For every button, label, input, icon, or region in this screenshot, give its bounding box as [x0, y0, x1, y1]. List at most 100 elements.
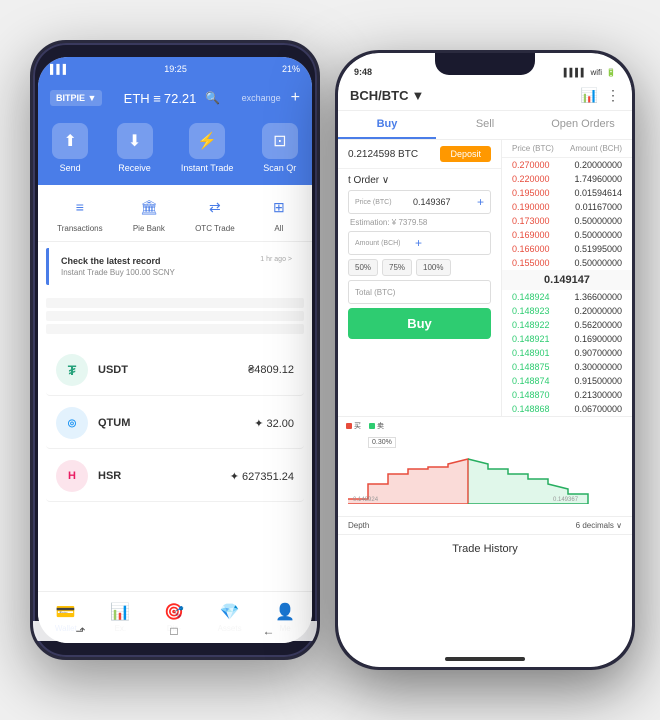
- buy-order-row: 0.148924 1.36600000: [502, 290, 632, 304]
- price-value[interactable]: 0.149367: [409, 197, 471, 207]
- order-type[interactable]: t Order ∨: [348, 175, 491, 186]
- recent-apps-icon[interactable]: ⬏: [75, 624, 85, 638]
- buy-orders: 0.148924 1.36600000 0.148923 0.20000000 …: [502, 290, 632, 416]
- qtum-name: QTUM: [98, 417, 254, 429]
- iphone-notch: [435, 53, 535, 75]
- sell-amount-5: 0.50000000: [574, 216, 622, 226]
- percent-50[interactable]: 50%: [348, 259, 378, 276]
- quick-actions: ⬆ Send ⬇ Receive ⚡ Instant Trade ⊡ Scan …: [38, 115, 312, 185]
- spacer-row-3: [46, 324, 304, 334]
- notif-time: 1 hr ago >: [260, 256, 292, 263]
- lightning-icon: ⚡: [189, 123, 225, 159]
- trade-pair[interactable]: BCH/BTC ▼: [350, 88, 424, 103]
- wallet-item-qtum[interactable]: ◎ QTUM ✦ 32.00: [46, 398, 304, 449]
- tab-buy[interactable]: Buy: [338, 111, 436, 139]
- scan-qr-action[interactable]: ⊡ Scan Qr: [262, 123, 298, 173]
- android-header: BITPIE ▼ ETH ≡ 72.21 🔍 exchange +: [38, 81, 312, 115]
- sell-order-row: 0.173000 0.50000000: [502, 214, 632, 228]
- back-icon[interactable]: ←: [263, 624, 275, 638]
- main-content: 0.2124598 BTC Deposit t Order ∨ Price (B…: [338, 140, 632, 416]
- send-action[interactable]: ⬆ Send: [52, 123, 88, 173]
- deposit-amount: 0.2124598 BTC: [348, 149, 418, 160]
- deposit-button[interactable]: Deposit: [440, 146, 491, 162]
- buy-amount-1: 1.36600000: [574, 292, 622, 302]
- pie-bank-nav[interactable]: 🏛 Pie Bank: [133, 193, 165, 233]
- amount-row: Amount (BCH) +: [348, 231, 491, 255]
- sell-order-row: 0.169000 0.50000000: [502, 228, 632, 242]
- all-nav[interactable]: ⊞ All: [265, 193, 293, 233]
- buy-order-row: 0.148870 0.21300000: [502, 388, 632, 402]
- notification-bar[interactable]: Check the latest record Instant Trade Bu…: [46, 248, 304, 285]
- order-form-area: 0.2124598 BTC Deposit t Order ∨ Price (B…: [338, 140, 502, 416]
- sell-amount-7: 0.51995000: [574, 244, 622, 254]
- percent-100[interactable]: 100%: [416, 259, 450, 276]
- android-status-bar: ▌▌▌ 19:25 21%: [38, 57, 312, 81]
- amount-plus[interactable]: +: [409, 236, 428, 250]
- order-book-header: Price (BTC) Amount (BCH): [502, 140, 632, 158]
- more-icon[interactable]: ⋮: [606, 87, 620, 104]
- trade-history-button[interactable]: Trade History: [338, 534, 632, 563]
- decimals-label[interactable]: 6 decimals ∨: [576, 521, 622, 530]
- sell-price-5: 0.173000: [512, 216, 572, 226]
- transactions-nav[interactable]: ≡ Transactions: [57, 193, 103, 233]
- buy-amount-4: 0.16900000: [574, 334, 622, 344]
- pair-chevron: ▼: [412, 88, 425, 103]
- wallet-item-usdt[interactable]: ₮ USDT ₴4809.12: [46, 345, 304, 396]
- bitpie-logo[interactable]: BITPIE ▼: [50, 90, 102, 106]
- sell-amount-1: 0.20000000: [574, 160, 622, 170]
- sell-price-6: 0.169000: [512, 230, 572, 240]
- sell-price-7: 0.166000: [512, 244, 572, 254]
- qtum-balance: ✦ 32.00: [254, 417, 294, 430]
- current-price: 0.149147: [502, 270, 632, 290]
- buy-amount-8: 0.21300000: [574, 390, 622, 400]
- iphone: 9:48 ▌▌▌▌ wifi 🔋 BCH/BTC ▼ 📊 ⋮: [335, 50, 635, 670]
- android-time: 19:25: [164, 64, 187, 74]
- wallet-item-hsr[interactable]: H HSR ✦ 627351.24: [46, 451, 304, 502]
- price-row: Price (BTC) 0.149367 +: [348, 190, 491, 214]
- iphone-battery: 🔋: [606, 68, 616, 77]
- price-plus[interactable]: +: [471, 195, 490, 209]
- receive-action[interactable]: ⬇ Receive: [117, 123, 153, 173]
- order-form: t Order ∨ Price (BTC) 0.149367 + Estimat…: [338, 169, 501, 345]
- sell-price-4: 0.190000: [512, 202, 572, 212]
- buy-price-2: 0.148923: [512, 306, 572, 316]
- iphone-time: 9:48: [354, 67, 372, 77]
- spacer-rows: [38, 291, 312, 341]
- notif-title: Check the latest record: [61, 256, 260, 266]
- buy-order-row: 0.148922 0.56200000: [502, 318, 632, 332]
- eth-balance: ETH ≡ 72.21 🔍: [124, 91, 221, 106]
- iphone-screen: 9:48 ▌▌▌▌ wifi 🔋 BCH/BTC ▼ 📊 ⋮: [338, 53, 632, 667]
- home-icon[interactable]: □: [170, 624, 177, 638]
- price-col-label: Price (BTC): [512, 144, 554, 153]
- buy-button[interactable]: Buy: [348, 308, 491, 339]
- tab-sell[interactable]: Sell: [436, 111, 534, 139]
- send-icon: ⬆: [52, 123, 88, 159]
- qr-icon: ⊡: [262, 123, 298, 159]
- spacer-row-1: [46, 298, 304, 308]
- amount-col-label: Amount (BCH): [570, 144, 622, 153]
- me-nav-icon: 👤: [275, 602, 295, 622]
- total-label: Total (BTC): [349, 288, 409, 297]
- chart-icon[interactable]: 📊: [581, 87, 598, 104]
- usdt-name: USDT: [98, 364, 248, 376]
- percent-row: 50% 75% 100%: [348, 259, 491, 276]
- trade-header-icons: 📊 ⋮: [581, 87, 620, 104]
- exchange-label: exchange: [242, 93, 281, 103]
- tab-open-orders[interactable]: Open Orders: [534, 111, 632, 139]
- search-icon[interactable]: 🔍: [205, 91, 220, 105]
- buy-price-6: 0.148875: [512, 362, 572, 372]
- instant-trade-action[interactable]: ⚡ Instant Trade: [181, 123, 234, 173]
- otc-trade-nav[interactable]: ⇄ OTC Trade: [195, 193, 235, 233]
- sell-amount-4: 0.01167000: [575, 202, 622, 212]
- header-icons: exchange +: [242, 89, 300, 107]
- deposit-row: 0.2124598 BTC Deposit: [338, 140, 501, 169]
- buy-order-row: 0.148874 0.91500000: [502, 374, 632, 388]
- total-row: Total (BTC): [348, 280, 491, 304]
- percent-75[interactable]: 75%: [382, 259, 412, 276]
- estimation: Estimation: ¥ 7379.58: [348, 218, 491, 227]
- sell-order-row: 0.166000 0.51995000: [502, 242, 632, 256]
- add-icon[interactable]: +: [291, 89, 300, 107]
- nav-row: ≡ Transactions 🏛 Pie Bank ⇄ OTC Trade ⊞ …: [38, 185, 312, 242]
- x-label-2: 0.149367: [553, 497, 579, 503]
- buy-amount-3: 0.56200000: [574, 320, 622, 330]
